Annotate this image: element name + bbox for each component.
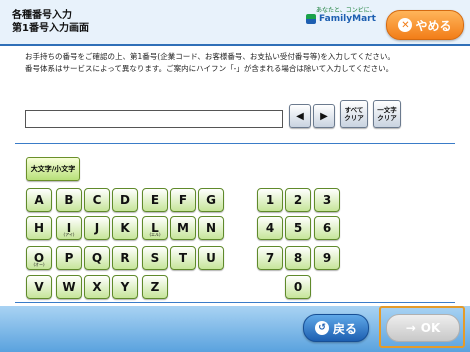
clear-one-button[interactable]: 一文字 クリア (373, 100, 401, 128)
cursor-left-button[interactable]: ◀ (289, 104, 311, 128)
key-label: A (34, 193, 44, 207)
key-label: H (33, 221, 45, 235)
key-label: U (206, 251, 216, 265)
ok-label: OK (420, 321, 441, 335)
key-label: Q (91, 251, 103, 265)
case-toggle-button[interactable]: 大文字/小文字 (26, 157, 80, 181)
instruction-line-1: お手持ちの番号をご確認の上、第1番号(企業コード、お客様番号、お支払い受付番号等… (25, 52, 395, 61)
letter-key[interactable]: D (112, 188, 138, 212)
letter-key[interactable]: L (エル) (142, 216, 168, 240)
key-label: P (64, 251, 74, 265)
page-subtitle: 第1番号入力画面 (12, 23, 89, 34)
key-reading: (エル) (149, 232, 161, 237)
key-reading: (アイ) (63, 232, 75, 237)
letter-key[interactable]: H (26, 216, 52, 240)
letter-key[interactable]: R (112, 246, 138, 270)
key-label: R (120, 251, 130, 265)
key-label: F (178, 193, 188, 207)
familymart-logo-icon (306, 14, 316, 24)
ok-button[interactable]: → OK (386, 314, 460, 342)
letter-key[interactable]: Y (112, 275, 138, 299)
digit-key[interactable]: 5 (285, 216, 311, 240)
letter-key[interactable]: C (84, 188, 110, 212)
letter-key[interactable]: W (56, 275, 82, 299)
clear-all-button[interactable]: すべて クリア (340, 100, 368, 128)
key-label: B (64, 193, 74, 207)
instruction-line-2: 番号体系はサービスによって異なります。ご案内にハイフン「-」が含まれる場合は除い… (25, 64, 394, 73)
divider (15, 302, 455, 303)
clear-one-label-2: クリア (377, 114, 397, 122)
key-label: Y (120, 280, 130, 294)
letter-key[interactable]: J (84, 216, 110, 240)
number-input-field[interactable] (25, 110, 283, 128)
letter-key[interactable]: B (56, 188, 82, 212)
letter-key[interactable]: O (オー) (26, 246, 52, 270)
letter-key[interactable]: K (112, 216, 138, 240)
letter-key[interactable]: G (198, 188, 224, 212)
key-label: G (206, 193, 216, 207)
letter-key[interactable]: Q (84, 246, 110, 270)
digit-key[interactable]: 9 (314, 246, 340, 270)
key-label: T (178, 251, 188, 265)
key-label: X (92, 280, 102, 294)
digit-key[interactable]: 3 (314, 188, 340, 212)
digit-key[interactable]: 6 (314, 216, 340, 240)
letter-key[interactable]: X (84, 275, 110, 299)
key-label: C (92, 193, 102, 207)
close-icon: ✕ (398, 18, 413, 32)
letter-key[interactable]: V (26, 275, 52, 299)
clear-all-label-1: すべて (344, 106, 364, 114)
back-button[interactable]: ↺ 戻る (303, 314, 369, 342)
cursor-right-button[interactable]: ▶ (313, 104, 335, 128)
digit-key[interactable]: 2 (285, 188, 311, 212)
brand-logo: あなたと、コンビに、 FamilyMart (306, 5, 382, 33)
brand-name: FamilyMart (319, 14, 376, 24)
right-arrow-icon: → (405, 321, 416, 335)
letter-key[interactable]: P (56, 246, 82, 270)
key-reading: (オー) (33, 262, 45, 267)
letter-key[interactable]: I (アイ) (56, 216, 82, 240)
key-label: S (150, 251, 160, 265)
letter-key[interactable]: A (26, 188, 52, 212)
key-label: J (94, 221, 100, 235)
digit-key[interactable]: 0 (285, 275, 311, 299)
quit-label: やめる (415, 18, 452, 33)
key-label: W (62, 280, 76, 294)
triangle-right-icon: ▶ (320, 110, 328, 122)
undo-arrow-icon: ↺ (314, 321, 329, 335)
letter-key[interactable]: U (198, 246, 224, 270)
key-label: K (120, 221, 130, 235)
divider (15, 143, 455, 144)
letter-key[interactable]: N (198, 216, 224, 240)
key-label: Z (150, 280, 160, 294)
back-label: 戻る (332, 321, 357, 336)
clear-one-label-1: 一文字 (377, 106, 397, 114)
letter-key[interactable]: S (142, 246, 168, 270)
digit-key[interactable]: 8 (285, 246, 311, 270)
clear-all-label-2: クリア (344, 114, 364, 122)
digit-key[interactable]: 4 (257, 216, 283, 240)
letter-key[interactable]: T (170, 246, 196, 270)
triangle-left-icon: ◀ (296, 110, 304, 122)
letter-key[interactable]: M (170, 216, 196, 240)
quit-button[interactable]: ✕ やめる (386, 10, 464, 40)
key-label: M (177, 221, 189, 235)
digit-key[interactable]: 7 (257, 246, 283, 270)
key-label: D (120, 193, 130, 207)
letter-key[interactable]: E (142, 188, 168, 212)
letter-key[interactable]: F (170, 188, 196, 212)
key-label: V (34, 280, 44, 294)
digit-key[interactable]: 1 (257, 188, 283, 212)
key-label: E (150, 193, 160, 207)
header-bar: 各種番号入力 第1番号入力画面 あなたと、コンビに、 FamilyMart ✕ … (0, 0, 470, 46)
brand-tagline: あなたと、コンビに、 (316, 7, 376, 14)
key-label: N (205, 221, 217, 235)
letter-key[interactable]: Z (142, 275, 168, 299)
